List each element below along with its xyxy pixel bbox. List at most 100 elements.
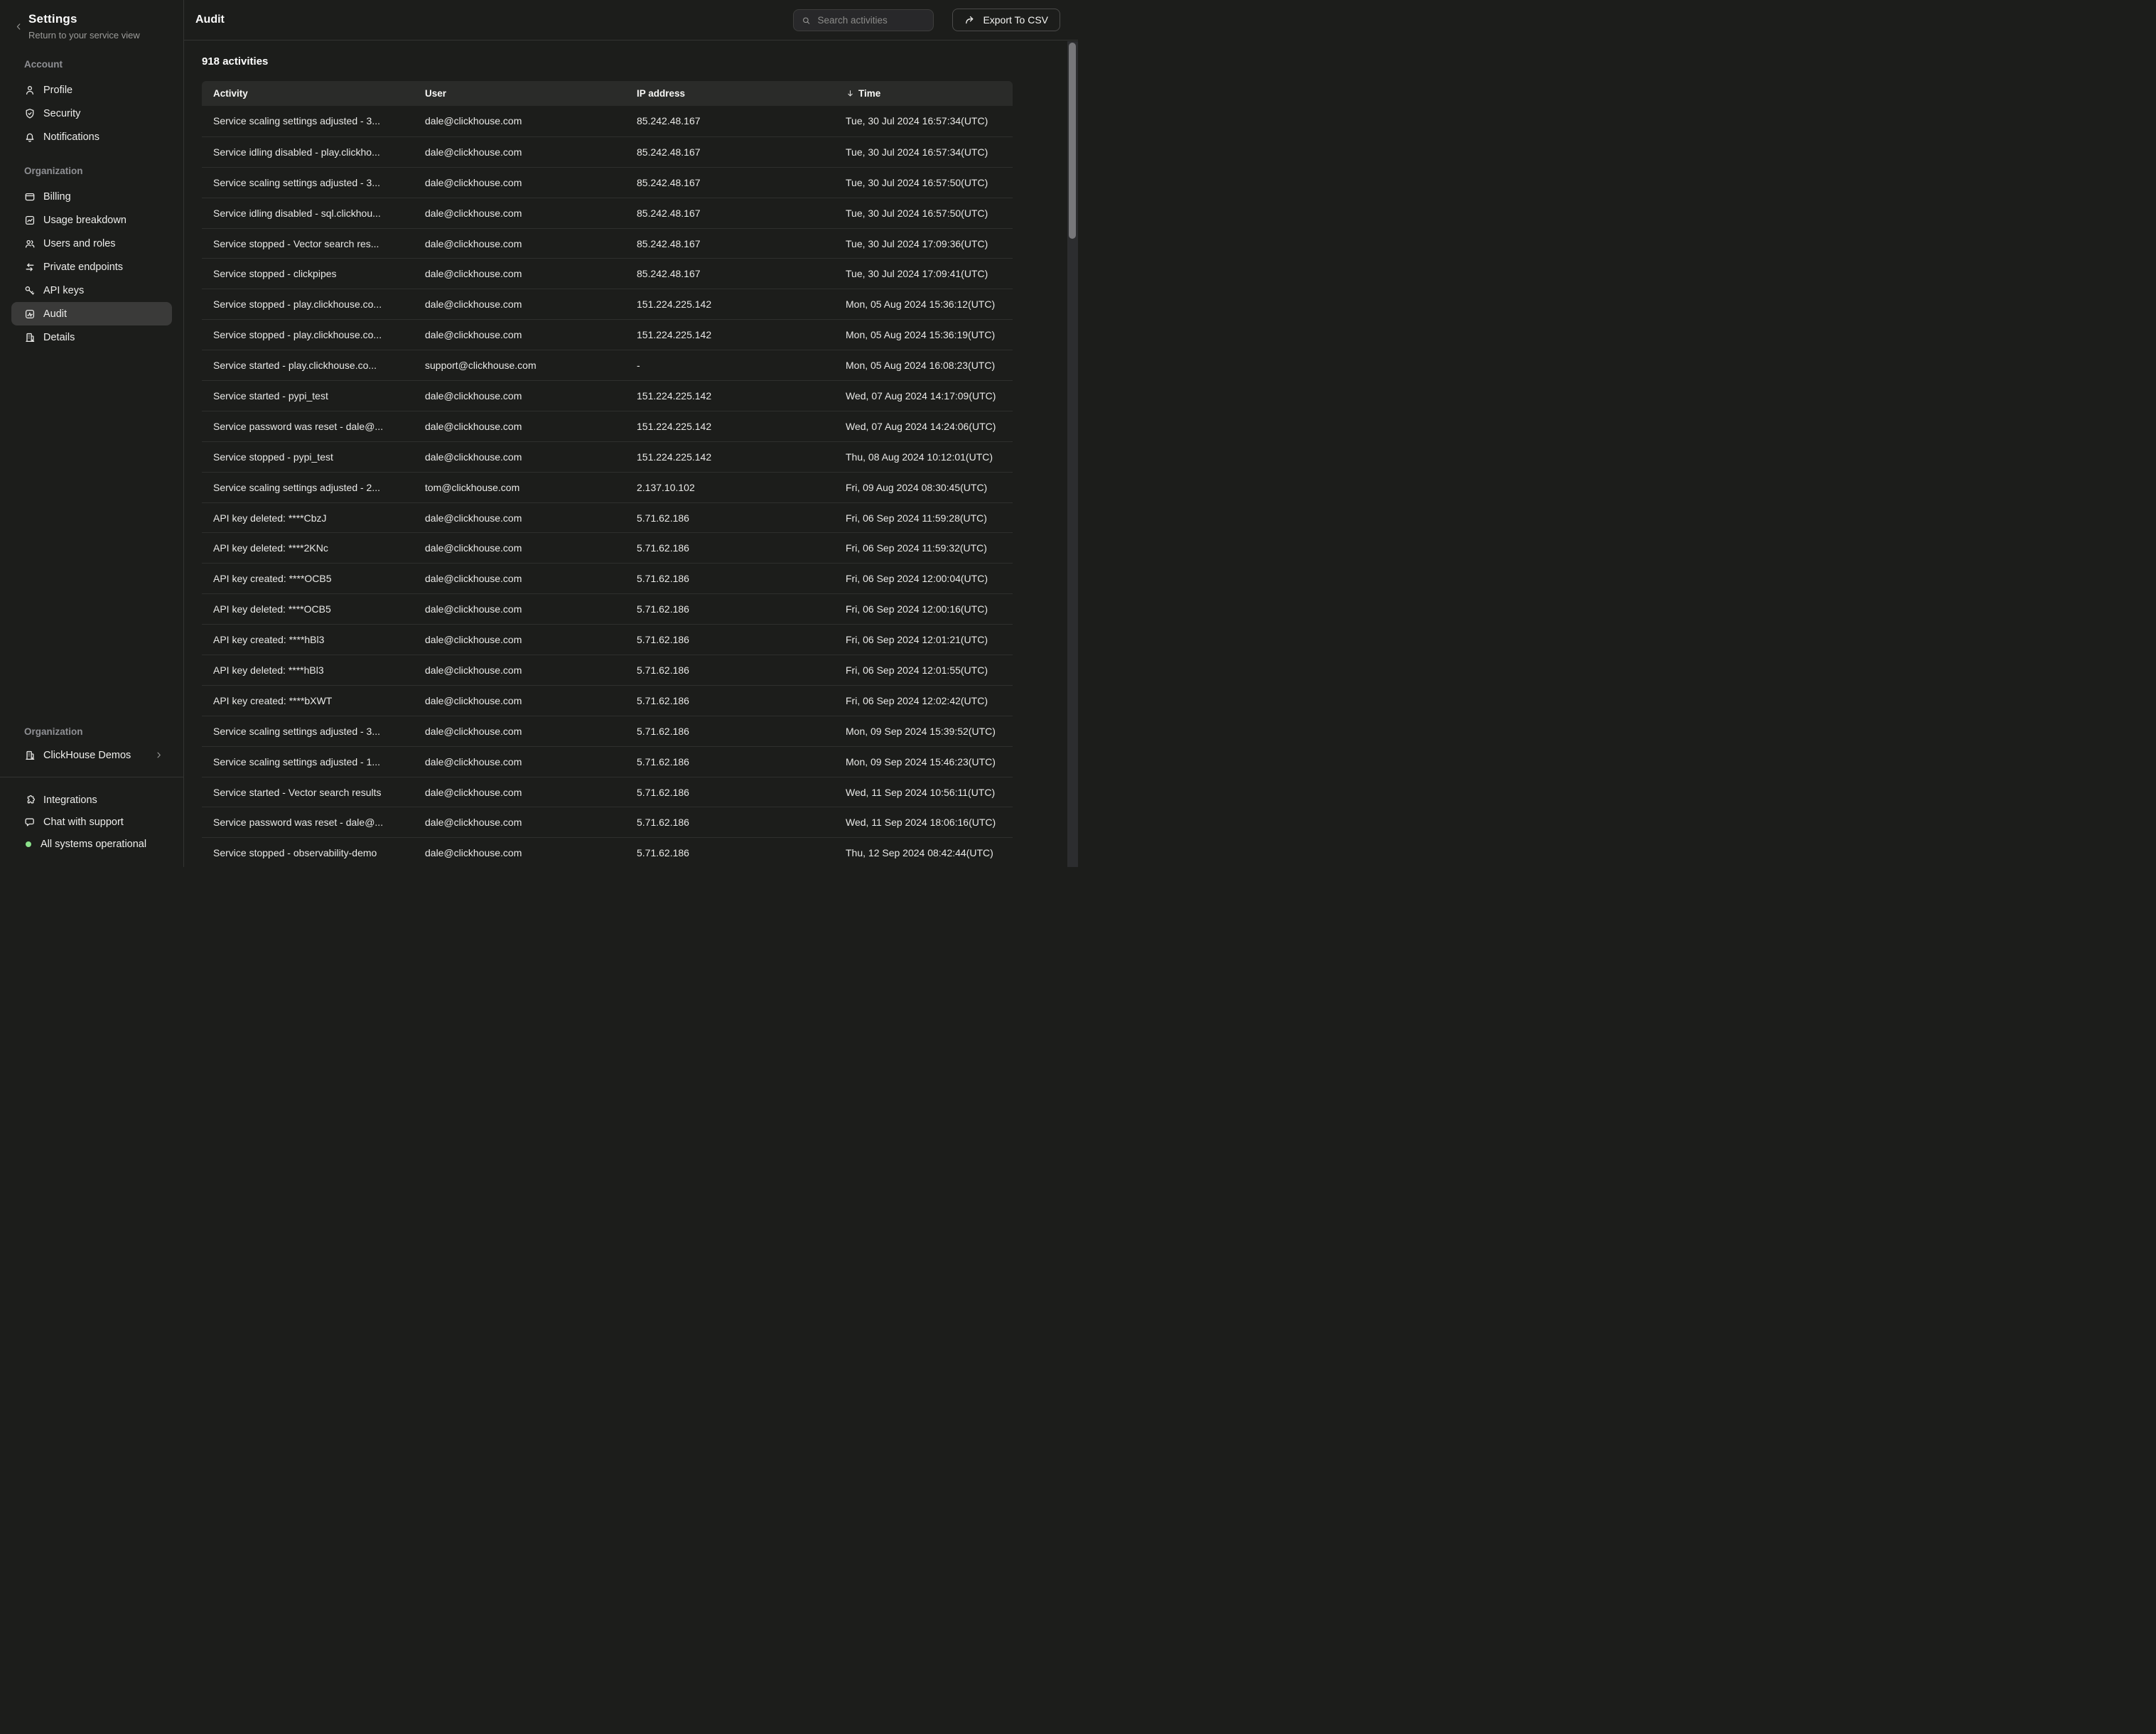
- sidebar-item-label: Notifications: [43, 131, 99, 143]
- table-row: Service stopped - Vector search res...da…: [202, 228, 1013, 259]
- activity-cell: API key created: ****hBl3: [202, 634, 414, 645]
- user-cell: dale@clickhouse.com: [414, 787, 625, 798]
- sidebar-item-private-endpoints[interactable]: Private endpoints: [11, 255, 172, 279]
- ip-cell: 85.242.48.167: [625, 238, 834, 249]
- activity-cell: Service started - play.clickhouse.co...: [202, 360, 414, 371]
- user-cell: dale@clickhouse.com: [414, 177, 625, 188]
- sidebar-item-audit[interactable]: Audit: [11, 302, 172, 325]
- activity-cell: Service idling disabled - play.clickho..…: [202, 146, 414, 158]
- sidebar-item-details[interactable]: Details: [11, 325, 172, 349]
- sidebar-item-notifications[interactable]: Notifications: [11, 125, 172, 149]
- search-input[interactable]: [817, 15, 925, 26]
- sidebar-item-label: Integrations: [43, 795, 97, 806]
- table-row: Service idling disabled - sql.clickhou..…: [202, 198, 1013, 228]
- key-icon: [24, 285, 36, 296]
- page-title: Audit: [195, 14, 225, 26]
- column-header-user[interactable]: User: [414, 88, 625, 99]
- activity-cell: Service scaling settings adjusted - 3...: [202, 177, 414, 188]
- time-cell: Wed, 07 Aug 2024 14:17:09(UTC): [834, 390, 1013, 402]
- sidebar-item-users-and-roles[interactable]: Users and roles: [11, 232, 172, 255]
- sidebar-item-security[interactable]: Security: [11, 102, 172, 125]
- export-to-csv-button[interactable]: Export To CSV: [952, 9, 1060, 31]
- activity-cell: API key deleted: ****2KNc: [202, 542, 414, 554]
- endpoints-icon: [24, 262, 36, 273]
- user-cell: dale@clickhouse.com: [414, 847, 625, 858]
- user-cell: dale@clickhouse.com: [414, 726, 625, 737]
- sidebar-item-label: Private endpoints: [43, 262, 123, 273]
- user-cell: dale@clickhouse.com: [414, 451, 625, 463]
- sidebar-item-chat-with-support[interactable]: Chat with support: [11, 811, 172, 833]
- activity-cell: Service stopped - clickpipes: [202, 268, 414, 279]
- building-icon: [24, 332, 36, 343]
- main-header: Audit Export To CSV: [184, 0, 1078, 41]
- table-row: Service started - play.clickhouse.co...s…: [202, 350, 1013, 380]
- sidebar-item-label: API keys: [43, 285, 84, 296]
- activity-cell: Service stopped - pypi_test: [202, 451, 414, 463]
- ip-cell: 151.224.225.142: [625, 421, 834, 432]
- table-row: API key created: ****hBl3dale@clickhouse…: [202, 624, 1013, 655]
- table-row: API key deleted: ****hBl3dale@clickhouse…: [202, 655, 1013, 685]
- vertical-scrollbar-thumb[interactable]: [1069, 43, 1076, 239]
- sidebar-item-usage-breakdown[interactable]: Usage breakdown: [11, 208, 172, 232]
- sidebar-item-label: Profile: [43, 85, 72, 96]
- time-cell: Tue, 30 Jul 2024 17:09:36(UTC): [834, 238, 1013, 249]
- sidebar-item-label: Security: [43, 108, 80, 119]
- sidebar-item-profile[interactable]: Profile: [11, 78, 172, 102]
- ip-cell: 85.242.48.167: [625, 177, 834, 188]
- ip-cell: 5.71.62.186: [625, 847, 834, 858]
- time-cell: Thu, 12 Sep 2024 08:42:44(UTC): [834, 847, 1013, 858]
- ip-cell: 151.224.225.142: [625, 329, 834, 340]
- ip-cell: 5.71.62.186: [625, 787, 834, 798]
- ip-cell: 151.224.225.142: [625, 390, 834, 402]
- time-cell: Tue, 30 Jul 2024 16:57:34(UTC): [834, 146, 1013, 158]
- back-button[interactable]: [14, 22, 23, 31]
- time-cell: Fri, 06 Sep 2024 12:00:04(UTC): [834, 573, 1013, 584]
- time-cell: Wed, 11 Sep 2024 18:06:16(UTC): [834, 817, 1013, 828]
- table-row: API key created: ****OCB5dale@clickhouse…: [202, 563, 1013, 593]
- arrow-down-icon: [846, 89, 855, 98]
- sidebar-item-api-keys[interactable]: API keys: [11, 279, 172, 302]
- header-actions: Export To CSV: [793, 9, 1060, 31]
- user-cell: dale@clickhouse.com: [414, 634, 625, 645]
- time-cell: Tue, 30 Jul 2024 16:57:50(UTC): [834, 177, 1013, 188]
- activity-cell: Service started - pypi_test: [202, 390, 414, 402]
- export-icon: [964, 14, 976, 26]
- settings-sidebar: Settings Return to your service view Acc…: [0, 0, 184, 867]
- audit-table: Activity UserIP addressTime Service scali…: [202, 81, 1013, 868]
- time-cell: Fri, 06 Sep 2024 11:59:32(UTC): [834, 542, 1013, 554]
- sidebar-item-label: Usage breakdown: [43, 215, 126, 226]
- user-cell: dale@clickhouse.com: [414, 146, 625, 158]
- user-cell: dale@clickhouse.com: [414, 512, 625, 524]
- sidebar-footer-items: Integrations Chat with support: [0, 789, 183, 833]
- vertical-scrollbar-track[interactable]: [1067, 41, 1078, 867]
- time-cell: Fri, 06 Sep 2024 12:01:55(UTC): [834, 664, 1013, 676]
- organization-section-label: Organization: [24, 726, 183, 737]
- org-switcher-clickhouse-demos[interactable]: ClickHouse Demos: [11, 743, 172, 767]
- column-header-ip-address[interactable]: IP address: [625, 88, 834, 99]
- search-box[interactable]: [793, 9, 934, 31]
- chevron-left-icon: [14, 22, 23, 31]
- system-status[interactable]: All systems operational: [11, 833, 172, 855]
- activity-cell: API key deleted: ****hBl3: [202, 664, 414, 676]
- table-row: API key deleted: ****CbzJdale@clickhouse…: [202, 502, 1013, 533]
- audit-content: 918 activities ActivityUserIP addressTim…: [184, 41, 1078, 868]
- building-icon: [24, 750, 36, 761]
- column-header-activity[interactable]: Activity: [202, 88, 414, 99]
- column-header-label: Activity: [213, 88, 248, 99]
- sidebar-item-integrations[interactable]: Integrations: [11, 789, 172, 811]
- time-cell: Mon, 09 Sep 2024 15:39:52(UTC): [834, 726, 1013, 737]
- column-header-time[interactable]: Time: [834, 88, 1013, 99]
- time-cell: Tue, 30 Jul 2024 16:57:50(UTC): [834, 208, 1013, 219]
- billing-icon: [24, 191, 36, 203]
- ip-cell: -: [625, 360, 834, 371]
- activity-cell: Service scaling settings adjusted - 3...: [202, 115, 414, 126]
- table-row: Service stopped - pypi_testdale@clickhou…: [202, 441, 1013, 472]
- ip-cell: 85.242.48.167: [625, 115, 834, 126]
- sidebar-item-billing[interactable]: Billing: [11, 185, 172, 208]
- user-cell: support@clickhouse.com: [414, 360, 625, 371]
- activity-cell: Service password was reset - dale@...: [202, 817, 414, 828]
- ip-cell: 5.71.62.186: [625, 756, 834, 768]
- activity-cell: Service scaling settings adjusted - 3...: [202, 726, 414, 737]
- table-row: Service stopped - play.clickhouse.co...d…: [202, 289, 1013, 319]
- table-row: Service scaling settings adjusted - 3...…: [202, 106, 1013, 136]
